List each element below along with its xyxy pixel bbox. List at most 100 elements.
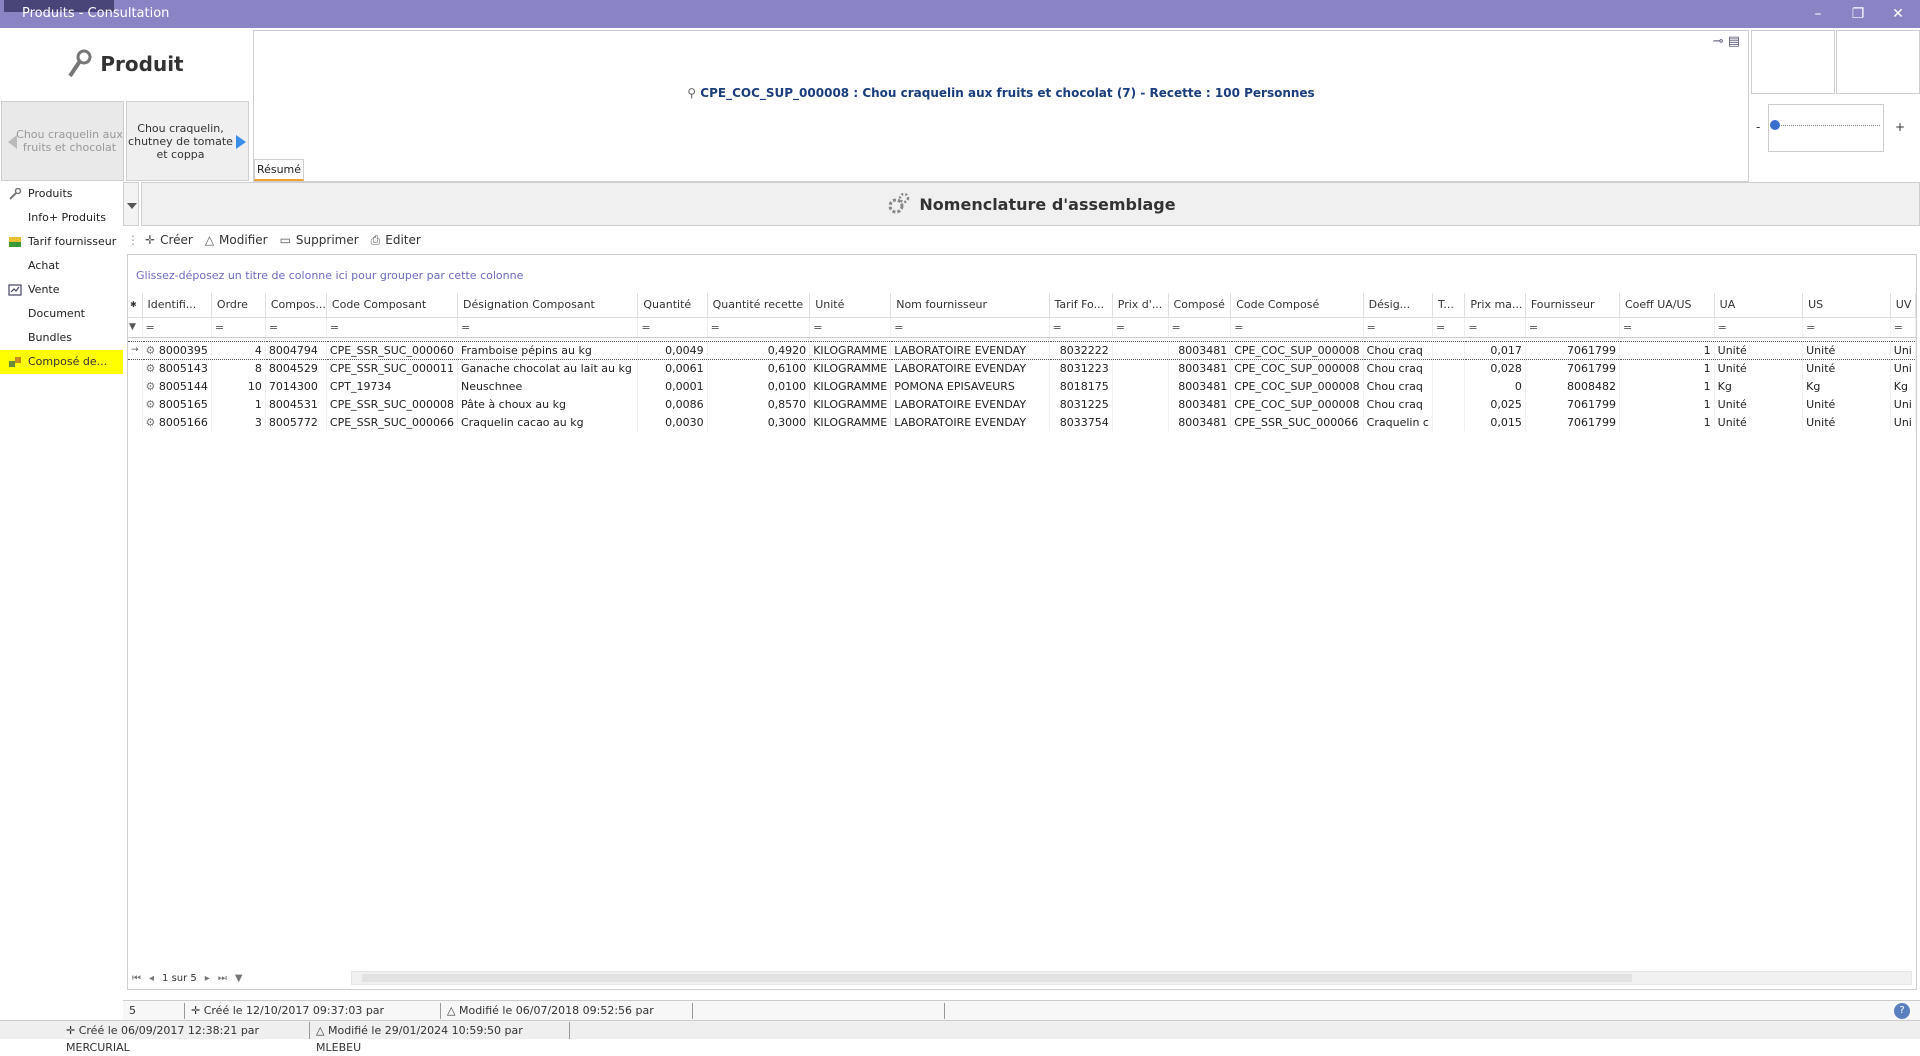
filter-cell[interactable]: = [1168, 317, 1232, 338]
scrollbar-thumb[interactable] [362, 974, 1632, 982]
table-cell[interactable]: LABORATOIRE EVENDAY [890, 413, 1050, 431]
table-cell[interactable]: Unité [1802, 413, 1891, 431]
table-cell[interactable]: Chou craq [1363, 340, 1433, 360]
table-cell[interactable]: 8003481 [1168, 340, 1232, 360]
table-cell[interactable]: 8003481 [1168, 395, 1232, 413]
table-cell[interactable]: 0,0049 [637, 340, 708, 360]
table-cell[interactable]: 0,0061 [637, 359, 708, 377]
filter-cell[interactable]: = [1714, 317, 1804, 338]
table-cell[interactable]: Unité [1714, 340, 1804, 360]
table-cell[interactable]: 0,4920 [707, 340, 811, 360]
table-row[interactable]: ⚙ 8005166 3 8005772 CPE_SSR_SUC_000066 Craqu… [128, 413, 1917, 431]
table-cell[interactable]: 7061799 [1525, 413, 1620, 431]
table-cell[interactable]: CPE_SSR_SUC_000066 [1230, 413, 1364, 431]
filter-cell[interactable]: = [1802, 317, 1891, 338]
sidebar-item-tarif-fournisseur[interactable]: Tarif fournisseur [0, 230, 123, 254]
sidebar-item-info-produits[interactable]: Info+ Produits [0, 206, 123, 230]
table-row[interactable]: ⚙ 8005144 10 7014300 CPT_19734 Neuschnee 0,00… [128, 377, 1917, 395]
table-cell[interactable]: Unité [1714, 395, 1804, 413]
sidebar-item-document[interactable]: Document [0, 302, 123, 326]
table-cell[interactable]: 10 [211, 377, 266, 395]
table-cell[interactable]: CPE_SSR_SUC_000011 [326, 359, 458, 377]
table-cell[interactable]: LABORATOIRE EVENDAY [890, 395, 1050, 413]
filter-cell[interactable]: = [1049, 317, 1113, 338]
table-cell[interactable]: Craquelin cacao au kg [457, 413, 639, 431]
table-cell[interactable]: KILOGRAMME [809, 377, 892, 395]
last-page-icon[interactable]: ⏭ [218, 973, 227, 984]
filter-cell[interactable]: = [211, 317, 266, 338]
filter-cell[interactable]: = [326, 317, 458, 338]
table-cell[interactable]: KILOGRAMME [809, 359, 892, 377]
table-cell[interactable]: 1 [1619, 359, 1715, 377]
previous-product-button[interactable]: Chou craquelin aux fruits et chocolat [1, 101, 124, 181]
column-header[interactable]: T... [1432, 293, 1466, 318]
table-cell[interactable]: ⚙ 8005143 [142, 359, 212, 377]
table-cell[interactable]: 0,6100 [707, 359, 811, 377]
filter-cell[interactable]: = [707, 317, 811, 338]
next-product-button[interactable]: Chou craquelin, chutney de tomate et cop… [126, 101, 249, 181]
column-header[interactable]: Désig... [1363, 293, 1433, 318]
filter-cell[interactable]: = [457, 317, 639, 338]
column-header[interactable]: Quantité recette [707, 293, 811, 318]
minimize-button[interactable]: – [1798, 4, 1838, 24]
column-header[interactable]: Prix d'... [1112, 293, 1169, 318]
filter-cell[interactable]: = [1890, 317, 1917, 338]
table-cell[interactable]: Unité [1802, 340, 1891, 360]
table-cell[interactable]: 8004529 [265, 359, 327, 377]
table-cell[interactable]: 0 [1464, 377, 1526, 395]
table-cell[interactable]: ⚙ 8000395 [142, 340, 212, 360]
table-cell[interactable]: Unité [1714, 413, 1804, 431]
table-cell[interactable]: Chou craq [1363, 395, 1433, 413]
pin-icon[interactable]: ⊸ ▤ [1713, 34, 1740, 49]
restore-button[interactable]: ❐ [1838, 4, 1878, 24]
table-cell[interactable] [1432, 395, 1466, 413]
modify-button[interactable]: △ Modifier [205, 233, 268, 247]
table-cell[interactable]: Uni [1890, 359, 1917, 377]
table-cell[interactable]: Uni [1890, 340, 1917, 360]
table-cell[interactable]: 0,0100 [707, 377, 811, 395]
filter-cell[interactable]: = [1619, 317, 1715, 338]
filter-icon[interactable]: ▼ [235, 973, 243, 984]
table-cell[interactable] [1432, 359, 1466, 377]
table-cell[interactable]: CPE_SSR_SUC_000066 [326, 413, 458, 431]
sidebar-item-vente[interactable]: Vente [0, 278, 123, 302]
table-cell[interactable]: 8008482 [1525, 377, 1620, 395]
column-header[interactable]: Désignation Composant [457, 293, 639, 318]
edit-button[interactable]: ⎙ Editer [371, 233, 421, 248]
table-cell[interactable]: 0,028 [1464, 359, 1526, 377]
table-cell[interactable]: KILOGRAMME [809, 413, 892, 431]
sidebar-item-bundles[interactable]: Bundles [0, 326, 123, 350]
table-cell[interactable]: Framboise pépins au kg [457, 340, 639, 360]
table-cell[interactable] [1112, 359, 1169, 377]
table-cell[interactable]: ⚙ 8005165 [142, 395, 212, 413]
prev-page-icon[interactable]: ◂ [149, 973, 154, 984]
table-cell[interactable]: 8003481 [1168, 359, 1232, 377]
table-cell[interactable]: ⚙ 8005166 [142, 413, 212, 431]
row-indicator[interactable] [128, 395, 143, 413]
column-header[interactable]: UV [1890, 293, 1917, 318]
table-cell[interactable]: 1 [211, 395, 266, 413]
table-cell[interactable]: 8005772 [265, 413, 327, 431]
table-cell[interactable]: 1 [1619, 395, 1715, 413]
image-thumbnail[interactable] [1836, 30, 1920, 94]
table-cell[interactable]: 8003481 [1168, 377, 1232, 395]
table-cell[interactable]: 0,0086 [637, 395, 708, 413]
table-cell[interactable]: 8 [211, 359, 266, 377]
table-cell[interactable]: CPE_COC_SUP_000008 [1230, 359, 1364, 377]
column-header[interactable]: Tarif Fo... [1049, 293, 1113, 318]
table-cell[interactable]: ⚙ 8005144 [142, 377, 212, 395]
zoom-control[interactable]: - + [1750, 100, 1920, 156]
row-indicator[interactable] [128, 413, 143, 431]
column-header[interactable]: Compos... [265, 293, 327, 318]
collapse-button[interactable] [123, 182, 139, 226]
table-cell[interactable]: CPE_SSR_SUC_000008 [326, 395, 458, 413]
table-cell[interactable]: 0,3000 [707, 413, 811, 431]
table-cell[interactable]: 8018175 [1049, 377, 1113, 395]
table-cell[interactable] [1112, 377, 1169, 395]
row-indicator[interactable] [128, 377, 143, 395]
filter-cell[interactable]: = [637, 317, 708, 338]
table-cell[interactable]: 0,015 [1464, 413, 1526, 431]
table-cell[interactable]: 0,025 [1464, 395, 1526, 413]
table-cell[interactable]: 1 [1619, 377, 1715, 395]
table-cell[interactable]: 0,0030 [637, 413, 708, 431]
